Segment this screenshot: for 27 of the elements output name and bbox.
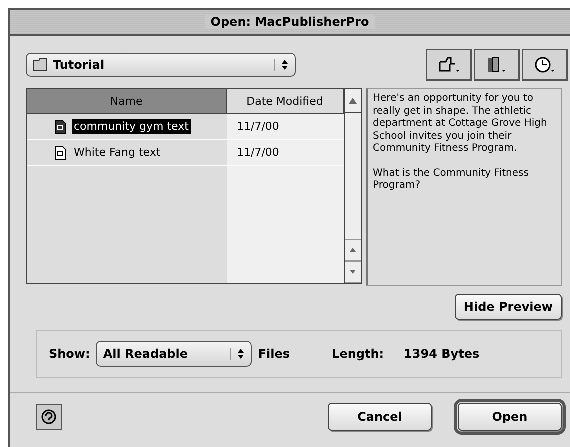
folder-icon [33, 58, 49, 72]
scroll-bar[interactable] [344, 89, 361, 283]
book-icon[interactable] [474, 49, 520, 81]
show-label: Show: [49, 347, 90, 361]
show-popup[interactable]: All Readable [96, 341, 252, 367]
length-label: Length: [332, 347, 384, 361]
column-header[interactable]: Name [27, 89, 227, 113]
document-icon [55, 120, 66, 134]
window-title: Open: MacPublisherPro [204, 15, 376, 29]
preview-text: Here's an opportunity for you to really get in shape. The athletic department at Cottage Grove High School invites you join their Community Fitness Program. [373, 93, 548, 156]
length-value: 1394 Bytes [404, 347, 480, 361]
clock-icon[interactable] [522, 49, 568, 81]
column-header[interactable]: Date Modified [227, 89, 344, 113]
hide-preview-button[interactable]: Hide Preview [454, 294, 562, 320]
popup-arrows-icon [274, 59, 289, 71]
help-icon[interactable] [36, 404, 62, 430]
cancel-button[interactable]: Cancel [328, 403, 432, 431]
down-arrow-icon[interactable] [350, 270, 356, 274]
folder-popup[interactable]: Tutorial [26, 53, 296, 77]
document-icon [55, 146, 66, 160]
popup-arrows-icon [230, 348, 246, 360]
up-arrow-icon[interactable] [350, 248, 356, 252]
files-label: Files [258, 347, 290, 361]
file-name: community gym text [72, 119, 191, 134]
file-name: White Fang text [73, 145, 162, 160]
preview-text: What is the Community Fitness Program? [373, 168, 530, 192]
up-arrow-icon[interactable] [349, 98, 357, 104]
